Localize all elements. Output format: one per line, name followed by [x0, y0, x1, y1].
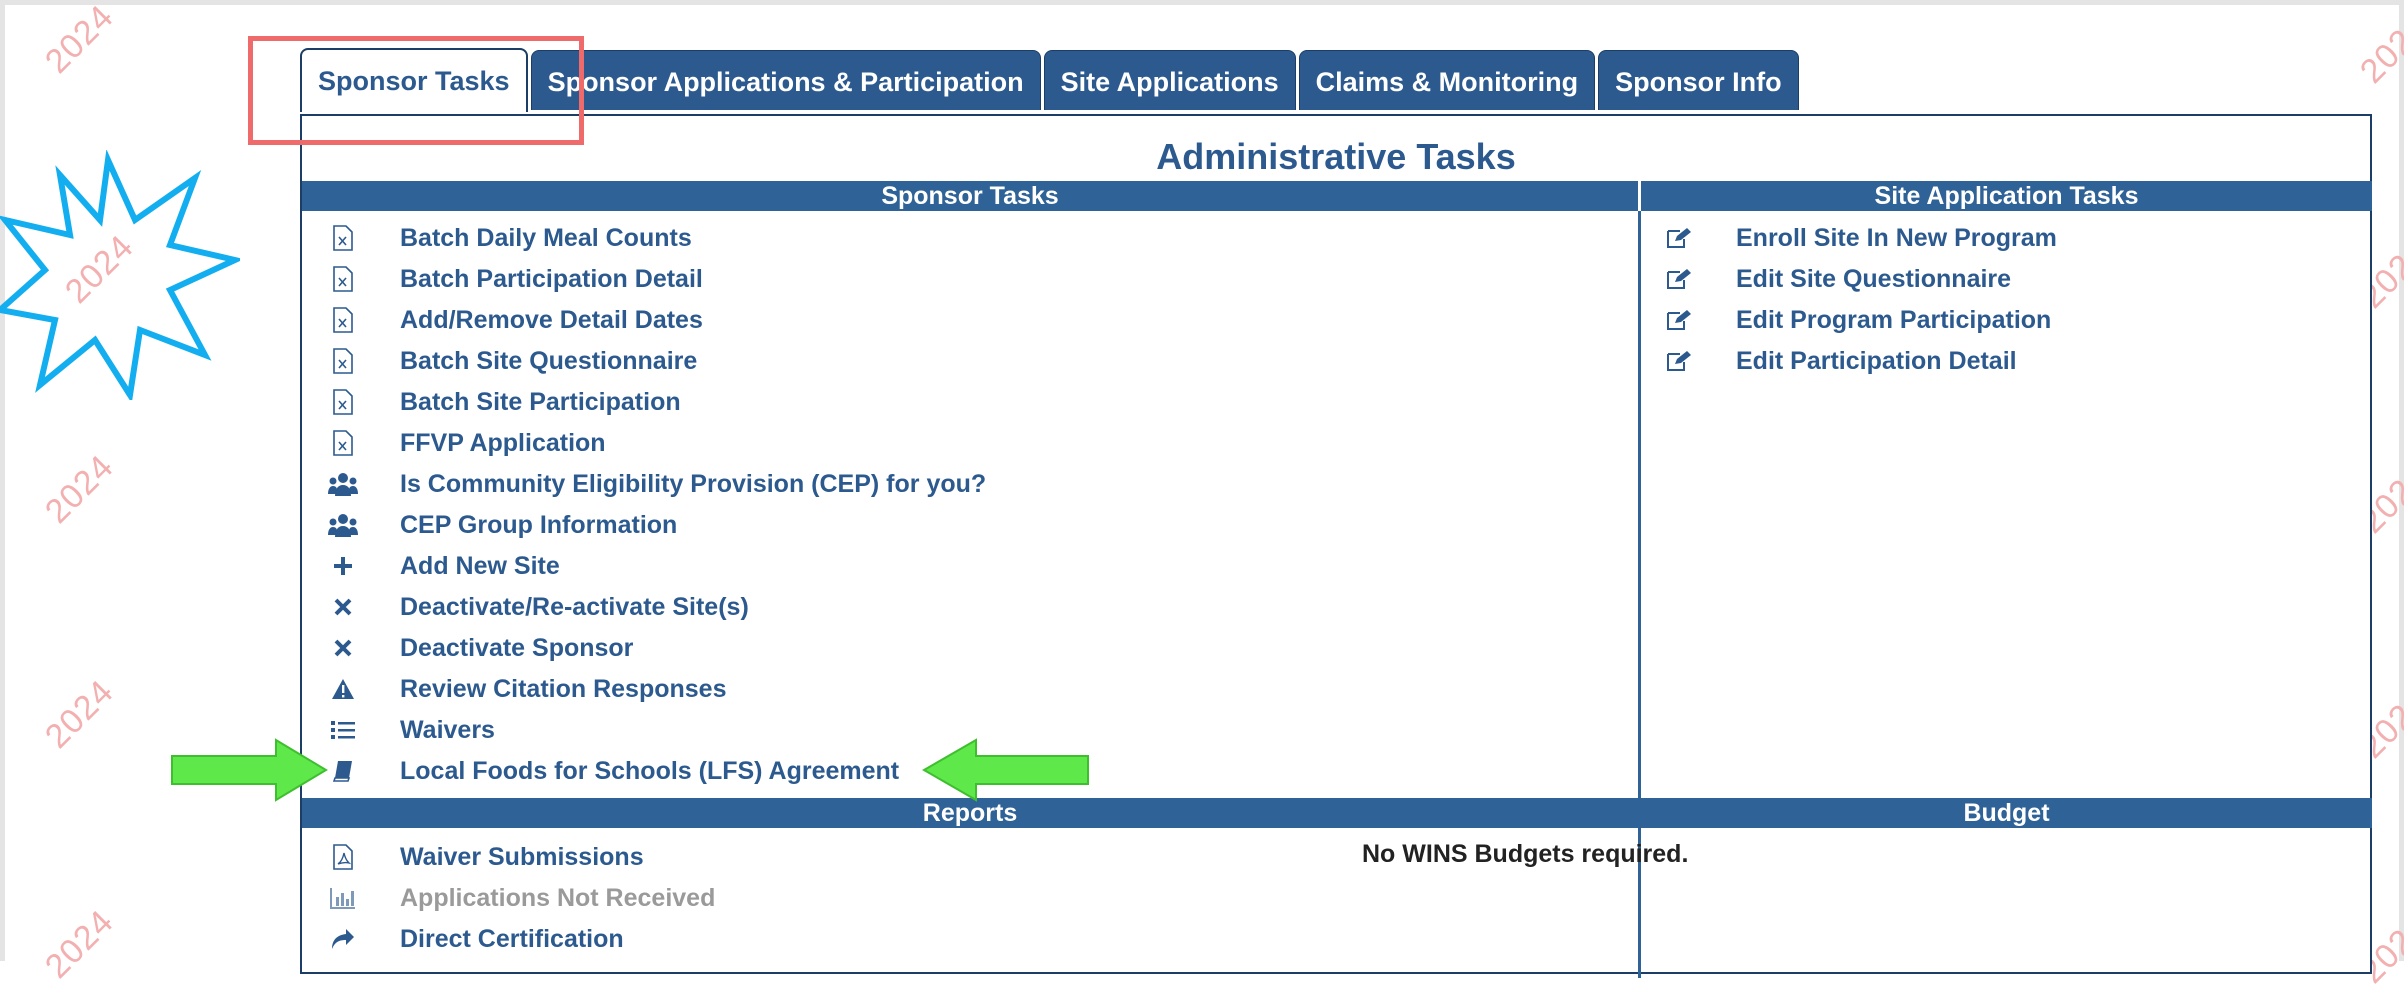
list-item[interactable]: Edit Site Questionnaire	[1664, 260, 2011, 298]
list-item[interactable]: Deactivate/Re-activate Site(s)	[328, 588, 749, 626]
list-item: Applications Not Received	[328, 879, 715, 917]
task-link[interactable]: Review Citation Responses	[400, 675, 726, 704]
warning-icon	[328, 674, 358, 704]
excel-file-icon	[328, 264, 358, 294]
watermark: 2024	[37, 447, 122, 531]
list-item[interactable]: Waivers	[328, 711, 495, 749]
users-icon	[328, 469, 358, 499]
watermark: 2024	[2352, 7, 2404, 91]
window-frame-left	[0, 0, 5, 961]
task-link[interactable]: Add/Remove Detail Dates	[400, 306, 703, 335]
tab-site-applications[interactable]: Site Applications	[1043, 50, 1296, 110]
list-item[interactable]: Enroll Site In New Program	[1664, 219, 2057, 257]
list-item[interactable]: Batch Participation Detail	[328, 260, 703, 298]
list-icon	[328, 715, 358, 745]
list-item[interactable]: Batch Site Questionnaire	[328, 342, 697, 380]
task-link[interactable]: Batch Site Questionnaire	[400, 347, 697, 376]
list-item[interactable]: Batch Site Participation	[328, 383, 681, 421]
excel-file-icon	[328, 223, 358, 253]
site-application-tasks-header: Site Application Tasks	[1641, 181, 2372, 211]
close-icon	[328, 633, 358, 663]
admin-tasks-panel: Administrative Tasks Sponsor Tasks Site …	[300, 114, 2372, 978]
green-arrow-right	[171, 738, 328, 802]
task-link[interactable]: Add New Site	[400, 552, 560, 581]
task-link[interactable]: Is Community Eligibility Provision (CEP)…	[400, 470, 986, 499]
pdf-file-icon	[328, 842, 358, 872]
task-link[interactable]: Edit Participation Detail	[1736, 347, 2017, 376]
task-link[interactable]: Edit Program Participation	[1736, 306, 2051, 335]
list-item[interactable]: Direct Certification	[328, 920, 624, 958]
edit-icon	[1664, 346, 1694, 376]
reports-header: Reports	[302, 798, 1638, 828]
task-link[interactable]: Batch Daily Meal Counts	[400, 224, 692, 253]
watermark: 2024	[37, 902, 122, 986]
edit-icon	[1664, 223, 1694, 253]
tab-claims-monitoring[interactable]: Claims & Monitoring	[1298, 50, 1596, 110]
bar-chart-icon	[328, 883, 358, 913]
report-link[interactable]: Direct Certification	[400, 925, 624, 954]
highlight-box	[248, 36, 584, 145]
users-icon	[328, 510, 358, 540]
report-link-disabled: Applications Not Received	[400, 883, 716, 912]
watermark: 2024	[37, 0, 122, 81]
list-item[interactable]: Add New Site	[328, 547, 560, 585]
budget-header: Budget	[1641, 798, 2372, 828]
list-item[interactable]: Batch Daily Meal Counts	[328, 219, 692, 257]
close-icon	[328, 592, 358, 622]
task-link[interactable]: Deactivate/Re-activate Site(s)	[400, 593, 749, 622]
watermark: 2024	[37, 672, 122, 756]
plus-icon	[328, 551, 358, 581]
task-link[interactable]: CEP Group Information	[400, 511, 677, 540]
tab-sponsor-applications[interactable]: Sponsor Applications & Participation	[530, 50, 1041, 110]
list-item[interactable]: Deactivate Sponsor	[328, 629, 633, 667]
task-link[interactable]: FFVP Application	[400, 429, 606, 458]
list-item[interactable]: FFVP Application	[328, 424, 606, 462]
task-link[interactable]: Batch Participation Detail	[400, 265, 703, 294]
edit-icon	[1664, 305, 1694, 335]
sponsor-tasks-header: Sponsor Tasks	[302, 181, 1638, 211]
task-link[interactable]: Local Foods for Schools (LFS) Agreement	[400, 757, 899, 786]
task-link[interactable]: Waivers	[400, 716, 495, 745]
list-item[interactable]: Review Citation Responses	[328, 670, 726, 708]
list-item[interactable]: CEP Group Information	[328, 506, 677, 544]
task-link[interactable]: Deactivate Sponsor	[400, 634, 633, 663]
tab-sponsor-info[interactable]: Sponsor Info	[1598, 50, 1799, 110]
share-arrow-icon	[328, 924, 358, 954]
list-item[interactable]: Edit Program Participation	[1664, 301, 2051, 339]
excel-file-icon	[328, 428, 358, 458]
task-link[interactable]: Edit Site Questionnaire	[1736, 265, 2011, 294]
task-link[interactable]: Enroll Site In New Program	[1736, 224, 2057, 253]
list-item[interactable]: Local Foods for Schools (LFS) Agreement	[328, 752, 899, 790]
excel-file-icon	[328, 305, 358, 335]
edit-icon	[1664, 264, 1694, 294]
excel-file-icon	[328, 346, 358, 376]
list-item[interactable]: Add/Remove Detail Dates	[328, 301, 703, 339]
book-icon	[328, 756, 358, 786]
list-item[interactable]: Is Community Eligibility Provision (CEP)…	[328, 465, 986, 503]
task-link[interactable]: Batch Site Participation	[400, 388, 681, 417]
window-frame-top	[0, 0, 2404, 5]
list-item[interactable]: Edit Participation Detail	[1664, 342, 2017, 380]
report-link[interactable]: Waiver Submissions	[400, 843, 644, 872]
page-title: Administrative Tasks	[1156, 136, 1516, 177]
column-divider	[1638, 211, 1641, 893]
budget-message: No WINS Budgets required.	[1362, 840, 1689, 868]
green-arrow-left	[921, 738, 1089, 802]
list-item[interactable]: Waiver Submissions	[328, 838, 644, 876]
excel-file-icon	[328, 387, 358, 417]
